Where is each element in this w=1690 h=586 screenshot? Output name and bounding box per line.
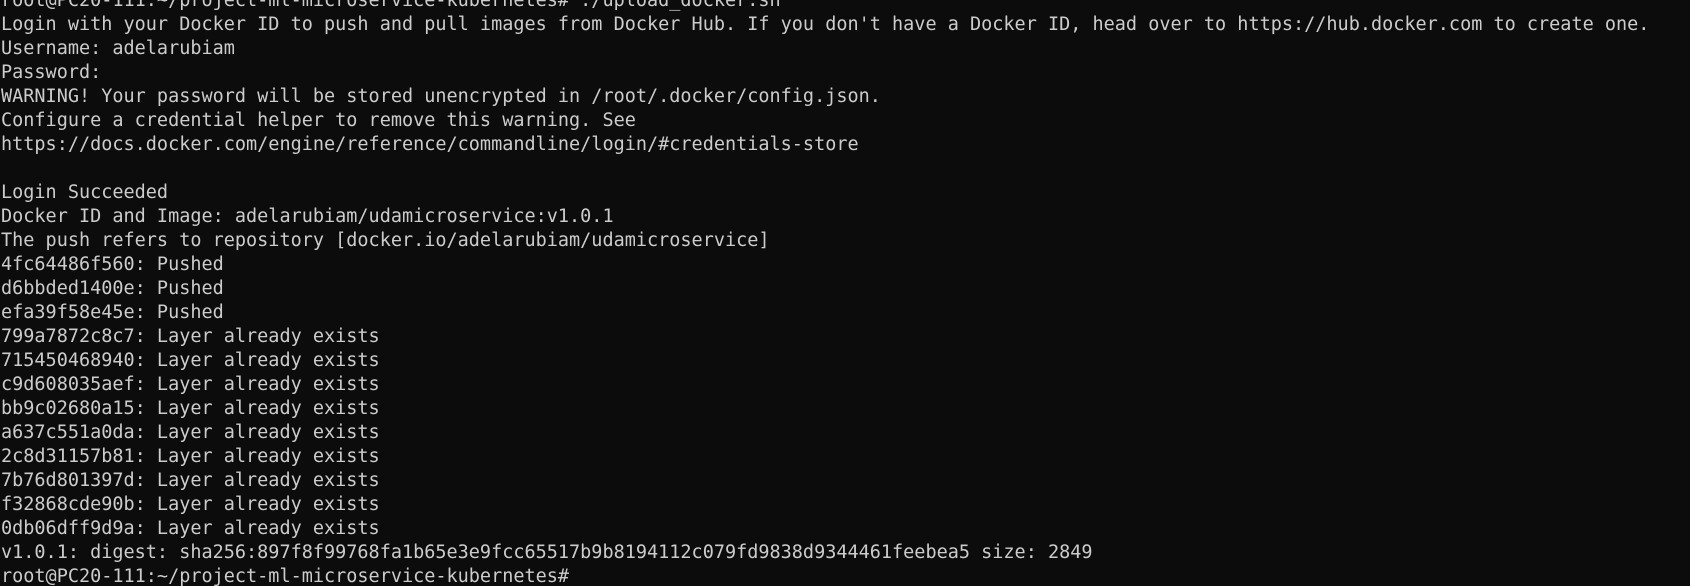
output-line: Password: (1, 62, 102, 83)
layer-exists-line: c9d608035aef: Layer already exists (1, 374, 380, 395)
layer-exists-line: 7b76d801397d: Layer already exists (1, 470, 380, 491)
prompt-command-line: root@PC20-111:~/project-ml-microservice-… (1, 0, 781, 11)
layer-exists-line: a637c551a0da: Layer already exists (1, 422, 380, 443)
layer-exists-line: 715450468940: Layer already exists (1, 350, 380, 371)
layer-exists-line: bb9c02680a15: Layer already exists (1, 398, 380, 419)
terminal-window[interactable]: root@PC20-111:~/project-ml-microservice-… (0, 0, 1690, 586)
output-line: The push refers to repository [docker.io… (1, 230, 770, 251)
layer-exists-line: 2c8d31157b81: Layer already exists (1, 446, 380, 467)
prompt-line: root@PC20-111:~/project-ml-microservice-… (1, 566, 570, 586)
output-line: Username: adelarubiam (1, 38, 235, 59)
layer-push-line: d6bbded1400e: Pushed (1, 278, 224, 299)
output-line: https://docs.docker.com/engine/reference… (1, 134, 859, 155)
layer-exists-line: 799a7872c8c7: Layer already exists (1, 326, 380, 347)
digest-line: v1.0.1: digest: sha256:897f8f99768fa1b65… (1, 542, 1093, 563)
output-line: Configure a credential helper to remove … (1, 110, 636, 131)
output-line: WARNING! Your password will be stored un… (1, 86, 881, 107)
output-line: Login Succeeded (1, 182, 169, 203)
output-line: Login with your Docker ID to push and pu… (1, 14, 1650, 35)
layer-exists-line: f32868cde90b: Layer already exists (1, 494, 380, 515)
layer-exists-line: 0db06dff9d9a: Layer already exists (1, 518, 380, 539)
output-line: Docker ID and Image: adelarubiam/udamicr… (1, 206, 614, 227)
layer-push-line: efa39f58e45e: Pushed (1, 302, 224, 323)
layer-push-line: 4fc64486f560: Pushed (1, 254, 224, 275)
